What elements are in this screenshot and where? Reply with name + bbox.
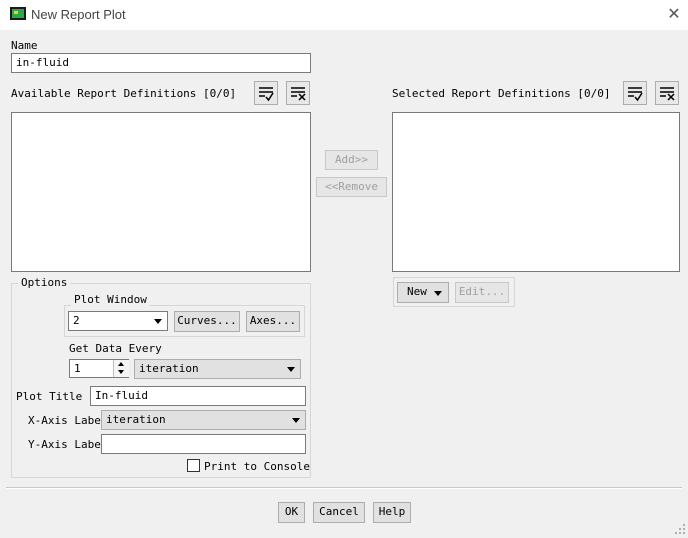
cancel-button[interactable]: Cancel <box>313 502 365 523</box>
print-to-console-label: Print to Console <box>204 460 310 473</box>
selected-definitions-label: Selected Report Definitions [0/0] <box>392 87 611 100</box>
remove-button[interactable]: <<Remove <box>316 177 387 197</box>
chevron-down-icon <box>292 418 300 423</box>
get-data-every-unit-value: iteration <box>139 362 199 375</box>
y-axis-label-input[interactable] <box>101 434 306 454</box>
select-all-list-icon <box>259 87 274 102</box>
available-select-all-button[interactable] <box>254 81 278 105</box>
plot-window-select[interactable]: 2 <box>68 311 168 331</box>
select-all-list-icon <box>628 87 643 102</box>
close-icon[interactable]: ✕ <box>664 4 684 24</box>
options-label: Options <box>18 276 71 289</box>
resize-grip-icon[interactable] <box>674 523 686 535</box>
plot-title-input[interactable]: In-fluid <box>90 386 306 406</box>
plot-window-value: 2 <box>73 314 80 327</box>
available-definitions-label: Available Report Definitions [0/0] <box>11 87 237 100</box>
get-data-every-unit-select[interactable]: iteration <box>134 359 301 379</box>
y-axis-label-label: Y-Axis Label <box>28 438 108 451</box>
edit-button[interactable]: Edit... <box>455 282 509 303</box>
print-to-console-checkbox[interactable] <box>187 459 200 472</box>
chevron-down-icon <box>154 319 162 324</box>
axes-button[interactable]: Axes... <box>246 311 300 332</box>
available-deselect-all-button[interactable] <box>286 81 310 105</box>
x-axis-label-value: iteration <box>106 413 166 426</box>
add-button[interactable]: Add>> <box>325 150 378 170</box>
get-data-every-spinner[interactable] <box>113 360 129 377</box>
ok-button[interactable]: OK <box>278 502 305 523</box>
x-axis-label-select[interactable]: iteration <box>101 410 306 430</box>
plot-title-label: Plot Title <box>16 390 83 403</box>
new-dropdown-button[interactable]: New <box>397 282 449 303</box>
available-definitions-list[interactable] <box>11 112 311 272</box>
chevron-down-icon <box>434 291 442 296</box>
new-button-label: New <box>407 285 427 298</box>
help-button[interactable]: Help <box>373 502 411 523</box>
window-title: New Report Plot <box>31 7 126 22</box>
chevron-down-icon <box>287 367 295 372</box>
curves-button[interactable]: Curves... <box>174 311 240 332</box>
x-axis-label-label: X-Axis Label <box>28 414 108 427</box>
selected-deselect-all-button[interactable] <box>655 81 679 105</box>
name-input[interactable]: in-fluid <box>11 53 311 73</box>
spinner-up-icon[interactable] <box>118 362 124 366</box>
spinner-down-icon[interactable] <box>118 370 124 374</box>
get-data-every-label: Get Data Every <box>69 342 162 355</box>
deselect-all-list-icon <box>291 87 306 101</box>
footer-divider <box>6 487 682 489</box>
name-label: Name <box>11 39 38 52</box>
deselect-all-list-icon <box>660 87 675 101</box>
selected-definitions-list[interactable] <box>392 112 680 272</box>
selected-select-all-button[interactable] <box>623 81 647 105</box>
plot-window-label: Plot Window <box>71 293 150 306</box>
get-data-every-value: 1 <box>74 362 81 375</box>
app-icon <box>10 7 26 20</box>
